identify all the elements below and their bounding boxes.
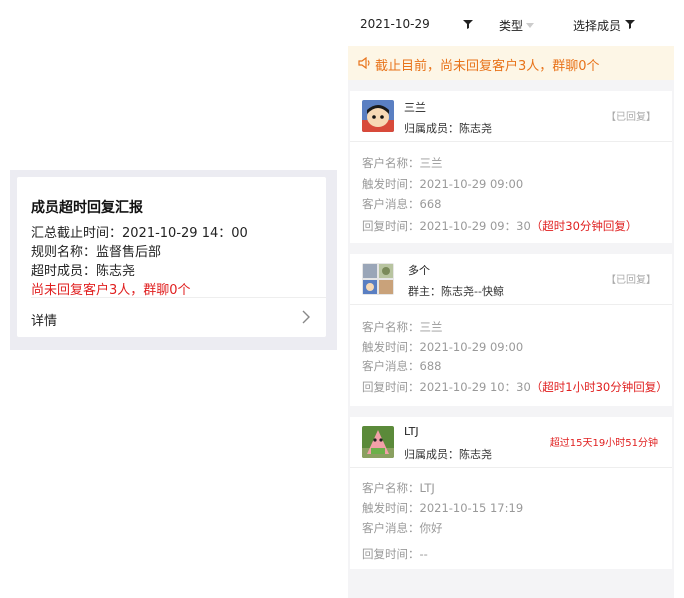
record-header: 多个 群主：陈志尧--快鲸 【已回复】 (350, 254, 672, 305)
field-value: 你好 (419, 521, 443, 535)
owner-label: 群主： (408, 285, 441, 298)
cutoff-value: 2021-10-29 14：00 (122, 226, 248, 241)
notice-text: 截止目前，尚未回复客户3人，群聊0个 (375, 59, 600, 74)
summary-title: 成员超时回复汇报 (31, 200, 143, 216)
field-reply-time: 回复时间：-- (362, 546, 428, 562)
field-value: 2021-10-29 09:00 (419, 177, 524, 191)
detail-link[interactable]: 详情 (31, 310, 57, 329)
field-label: 触发时间： (362, 340, 420, 354)
field-value: 2021-10-29 09:00 (419, 340, 524, 354)
caret-down-icon[interactable] (525, 21, 535, 31)
overdue-badge: 超过15天19小时51分钟 (549, 438, 658, 449)
chevron-right-icon[interactable] (298, 309, 314, 325)
field-label: 回复时间： (362, 380, 420, 394)
field-value: 2021-10-15 17:19 (419, 501, 524, 515)
field-label: 回复时间： (362, 219, 420, 233)
field-reply-time: 回复时间：2021-10-29 09：30（超时30分钟回复） (362, 218, 637, 234)
cutoff-label: 汇总截止时间： (31, 226, 123, 241)
unreplied-summary: 尚未回复客户3人，群聊0个 (31, 283, 191, 298)
rule-value: 监督售后部 (96, 245, 162, 260)
summary-panel: 成员超时回复汇报 汇总截止时间：2021-10-29 14：00 规则名称：监督… (10, 170, 337, 350)
field-reply-time: 回复时间：2021-10-29 10：30（超时1小时30分钟回复） (362, 379, 668, 395)
field-message: 客户消息：668 (362, 196, 441, 212)
card-divider (31, 297, 326, 298)
field-message: 客户消息：688 (362, 358, 441, 374)
field-value: -- (419, 547, 428, 561)
rule-line: 规则名称：监督售后部 (31, 241, 161, 260)
member-funnel-icon[interactable] (625, 19, 635, 29)
owner-value: 陈志尧--快鲸 (441, 285, 504, 298)
type-filter[interactable]: 类型 (499, 17, 523, 34)
owner-line: 群主：陈志尧--快鲸 (408, 283, 504, 299)
field-label: 触发时间： (362, 501, 420, 515)
field-trigger-time: 触发时间：2021-10-29 09:00 (362, 176, 523, 192)
notice-bar: 截止目前，尚未回复客户3人，群聊0个 (348, 46, 674, 80)
detail-panel: 2021-10-29 类型 选择成员 截止目前，尚未回复客户3人，群聊0个 三兰… (348, 0, 674, 598)
record-header: LTJ 归属成员：陈志尧 超过15天19小时51分钟 (350, 417, 672, 468)
owner-value: 陈志尧 (459, 448, 492, 461)
status-badge: 【已回复】 (606, 275, 656, 286)
field-message: 客户消息：你好 (362, 520, 443, 536)
field-value: 688 (419, 359, 442, 373)
late-note: （超时1小时30分钟回复） (530, 380, 668, 394)
status-badge: 【已回复】 (606, 112, 656, 123)
filter-funnel-icon[interactable] (463, 19, 473, 29)
record-card[interactable]: 多个 群主：陈志尧--快鲸 【已回复】 客户名称：三兰 触发时间：2021-10… (350, 254, 672, 406)
customer-name: LTJ (404, 425, 419, 438)
field-label: 客户名称： (362, 481, 420, 495)
member-line: 超时成员：陈志尧 (31, 260, 135, 279)
field-value: LTJ (419, 481, 435, 495)
member-value: 陈志尧 (96, 264, 136, 279)
avatar (362, 100, 394, 132)
member-label: 超时成员： (31, 264, 97, 279)
date-filter[interactable]: 2021-10-29 (360, 17, 430, 31)
field-label: 客户名称： (362, 156, 420, 170)
owner-value: 陈志尧 (459, 122, 492, 135)
field-label: 客户名称： (362, 320, 420, 334)
field-label: 客户消息： (362, 521, 420, 535)
field-customer-name: 客户名称：三兰 (362, 155, 443, 171)
member-filter[interactable]: 选择成员 (573, 17, 621, 34)
field-value: 2021-10-29 10：30 (419, 380, 531, 394)
group-avatar (362, 263, 394, 295)
field-customer-name: 客户名称：三兰 (362, 319, 443, 335)
filter-bar: 2021-10-29 类型 选择成员 (348, 0, 674, 46)
field-label: 回复时间： (362, 547, 420, 561)
record-card[interactable]: LTJ 归属成员：陈志尧 超过15天19小时51分钟 客户名称：LTJ 触发时间… (350, 417, 672, 569)
customer-name: 三兰 (404, 101, 426, 114)
field-label: 客户消息： (362, 359, 420, 373)
group-name: 多个 (408, 264, 430, 277)
field-label: 触发时间： (362, 177, 420, 191)
field-trigger-time: 触发时间：2021-10-29 09:00 (362, 339, 523, 355)
field-value: 2021-10-29 09：30 (419, 219, 531, 233)
record-header: 三兰 归属成员：陈志尧 【已回复】 (350, 91, 672, 142)
owner-line: 归属成员：陈志尧 (404, 446, 492, 462)
owner-label: 归属成员： (404, 122, 459, 135)
summary-card[interactable]: 成员超时回复汇报 汇总截止时间：2021-10-29 14：00 规则名称：监督… (17, 177, 326, 337)
speaker-icon (358, 57, 370, 69)
cutoff-line: 汇总截止时间：2021-10-29 14：00 (31, 222, 248, 241)
field-value: 668 (419, 197, 442, 211)
rule-label: 规则名称： (31, 245, 97, 260)
late-note: （超时30分钟回复） (530, 219, 638, 233)
field-value: 三兰 (419, 156, 443, 170)
avatar (362, 426, 394, 458)
owner-line: 归属成员：陈志尧 (404, 120, 492, 136)
field-label: 客户消息： (362, 197, 420, 211)
field-trigger-time: 触发时间：2021-10-15 17:19 (362, 500, 523, 516)
field-customer-name: 客户名称：LTJ (362, 480, 435, 496)
field-value: 三兰 (419, 320, 443, 334)
owner-label: 归属成员： (404, 448, 459, 461)
record-card[interactable]: 三兰 归属成员：陈志尧 【已回复】 客户名称：三兰 触发时间：2021-10-2… (350, 91, 672, 243)
